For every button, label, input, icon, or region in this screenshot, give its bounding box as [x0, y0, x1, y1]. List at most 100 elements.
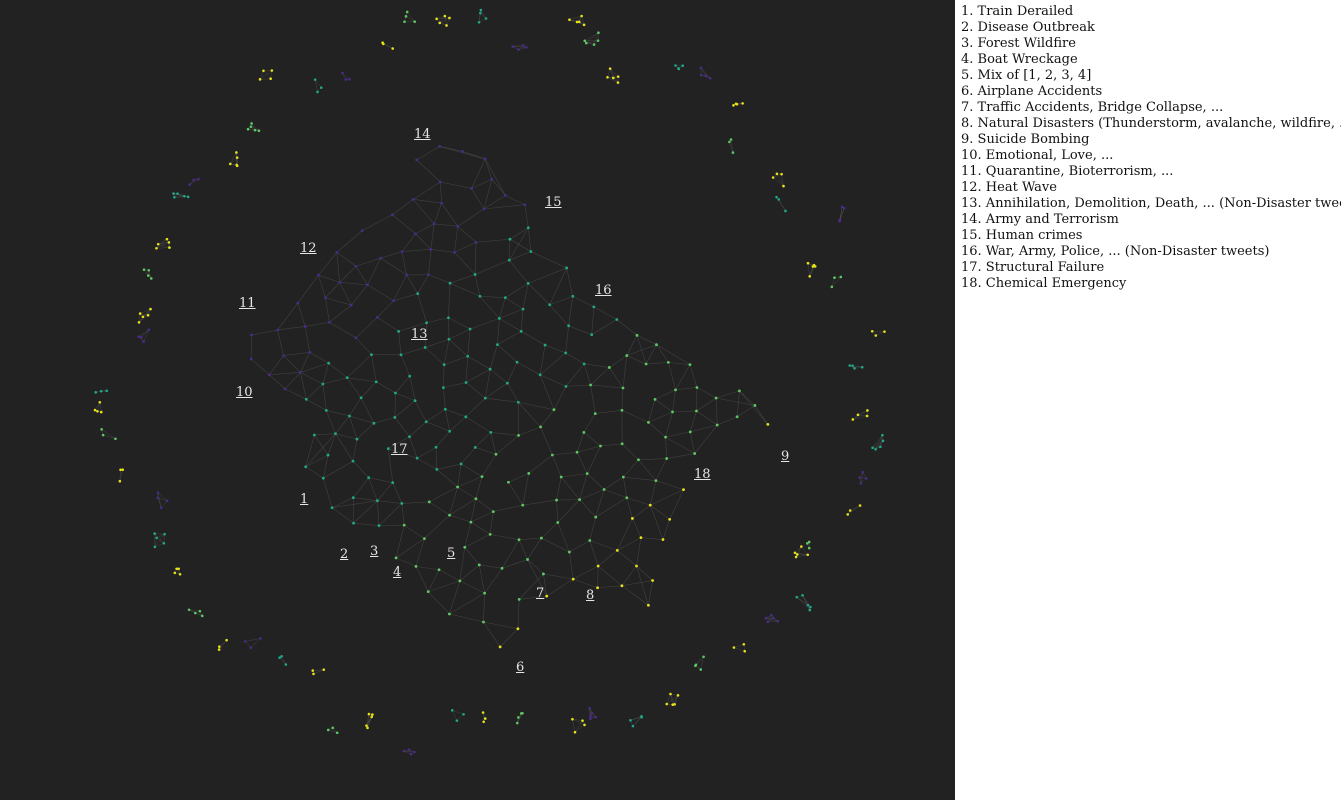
graph-edge [530, 251, 567, 269]
cluster-label-17[interactable]: 17 [391, 443, 408, 456]
peripheral-node [848, 364, 852, 367]
peripheral-node [580, 14, 583, 18]
cluster-label-3[interactable]: 3 [370, 545, 378, 558]
peripheral-node [450, 709, 454, 712]
graph-node [516, 627, 520, 631]
graph-edge [380, 257, 407, 276]
graph-edge [283, 355, 301, 373]
cluster-label-15[interactable]: 15 [545, 196, 562, 209]
network-graph-panel[interactable]: 14 15 12 16 11 13 10 17 9 18 1 2 3 5 4 7… [0, 0, 955, 800]
cluster-label-14[interactable]: 14 [414, 128, 431, 141]
cluster-label-4[interactable]: 4 [393, 566, 401, 579]
graph-node [324, 408, 328, 412]
graph-edge [689, 410, 697, 432]
cluster-label-6[interactable]: 6 [516, 661, 524, 674]
peripheral-node [871, 446, 874, 450]
graph-node [473, 273, 477, 276]
graph-edge [448, 317, 450, 340]
peripheral-edge [857, 410, 868, 416]
graph-edge [565, 325, 569, 353]
graph-edge [603, 476, 624, 490]
peripheral-node [186, 195, 190, 199]
graph-edge [640, 537, 664, 540]
peripheral-edge [260, 78, 271, 80]
cluster-label-12[interactable]: 12 [300, 242, 317, 255]
cluster-label-16[interactable]: 16 [595, 284, 612, 297]
peripheral-node [483, 717, 487, 720]
graph-node [391, 213, 394, 217]
graph-node [482, 207, 486, 211]
graph-edge [484, 158, 506, 196]
graph-edge [449, 613, 484, 623]
cluster-label-11[interactable]: 11 [239, 297, 256, 310]
graph-edge [394, 400, 416, 418]
peripheral-node [573, 730, 577, 734]
cluster-label-7[interactable]: 7 [536, 587, 544, 600]
legend-item-15: 15. Human crimes [961, 228, 1083, 243]
cluster-label-5[interactable]: 5 [447, 547, 455, 560]
graph-edge [645, 344, 657, 365]
graph-edge [335, 433, 354, 462]
cluster-label-18[interactable]: 18 [694, 468, 711, 481]
graph-edge [623, 459, 639, 478]
graph-edge [360, 397, 375, 424]
graph-edge [331, 507, 354, 524]
peripheral-node [704, 74, 708, 78]
graph-edge [589, 517, 596, 541]
graph-node [442, 363, 446, 367]
peripheral-node [139, 335, 143, 339]
graph-node [545, 594, 549, 598]
peripheral-node [313, 78, 317, 81]
graph-edge [665, 431, 691, 438]
peripheral-node [249, 646, 253, 649]
graph-edge [368, 477, 378, 501]
graph-edge [392, 214, 416, 235]
graph-node [621, 475, 625, 479]
cluster-label-2[interactable]: 2 [340, 548, 348, 561]
network-graph[interactable] [0, 0, 955, 800]
peripheral-node [708, 76, 712, 80]
graph-edge [277, 302, 299, 331]
graph-edge [395, 392, 416, 401]
graph-edge [557, 522, 570, 553]
peripheral-node [864, 477, 868, 480]
graph-edge [479, 295, 506, 298]
peripheral-node [874, 334, 878, 337]
graph-edge [465, 356, 469, 383]
graph-edge [424, 514, 450, 539]
graph-edge [584, 363, 610, 368]
graph-edge [459, 547, 466, 581]
graph-node [596, 586, 599, 590]
graph-node [464, 381, 468, 384]
graph-edge [393, 293, 418, 302]
cluster-label-10[interactable]: 10 [236, 386, 253, 399]
peripheral-edge [405, 16, 415, 22]
graph-edge [579, 499, 596, 518]
graph-edge [325, 282, 340, 298]
graph-edge [401, 501, 430, 504]
graph-node [335, 250, 339, 254]
peripheral-node-group [217, 638, 228, 651]
graph-edge [269, 355, 284, 375]
graph-edge [347, 377, 377, 383]
peripheral-node [319, 86, 323, 89]
peripheral-node [525, 46, 528, 49]
graph-edge [414, 400, 427, 422]
graph-edge [527, 559, 544, 575]
graph-edge [696, 397, 717, 412]
graph-edge [552, 451, 578, 456]
graph-edge [739, 390, 769, 425]
cluster-label-13[interactable]: 13 [411, 328, 428, 341]
graph-node [351, 496, 355, 500]
graph-node [296, 301, 300, 305]
cluster-legend: 1. Train Derailed 2. Disease Outbreak 3.… [961, 4, 1341, 292]
graph-node [664, 435, 667, 439]
cluster-label-8[interactable]: 8 [586, 589, 594, 602]
peripheral-node [405, 10, 409, 14]
peripheral-node [402, 749, 406, 753]
cluster-label-9[interactable]: 9 [781, 450, 789, 463]
graph-edge [583, 363, 591, 386]
graph-edge [505, 195, 526, 206]
peripheral-node [235, 156, 239, 159]
cluster-label-1[interactable]: 1 [300, 493, 308, 506]
